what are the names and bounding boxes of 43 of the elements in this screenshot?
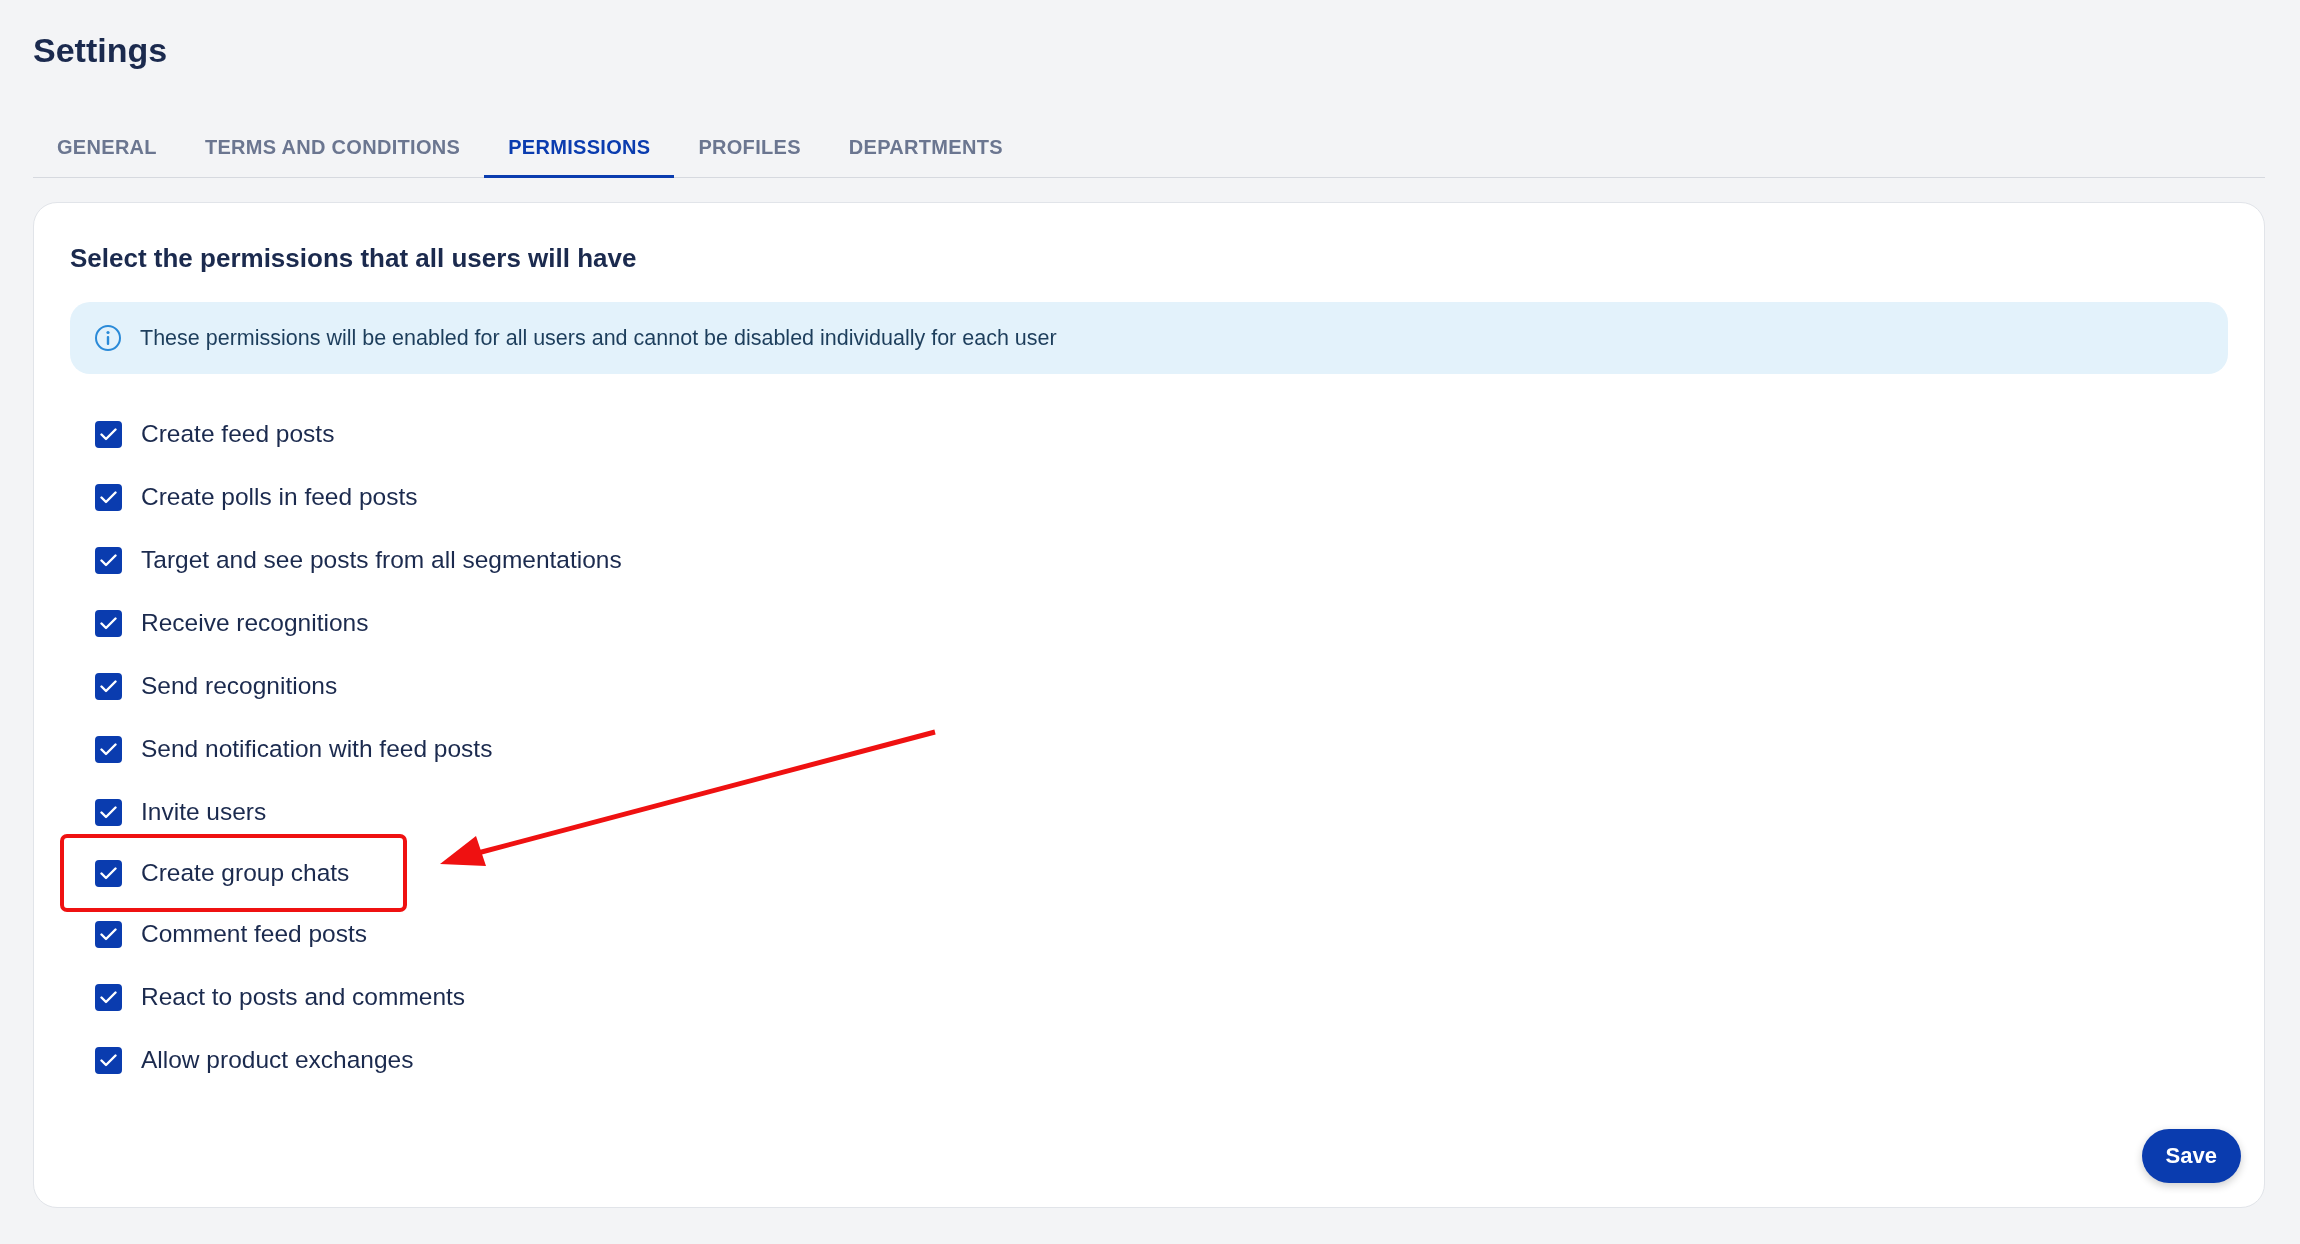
checkbox[interactable] bbox=[95, 420, 122, 448]
permission-label: Create polls in feed posts bbox=[141, 483, 418, 511]
tab[interactable]: DEPARTMENTS bbox=[824, 126, 1027, 178]
check-icon bbox=[100, 427, 117, 441]
permission-label: Comment feed posts bbox=[141, 920, 368, 948]
permission-label: Create group chats bbox=[141, 859, 350, 887]
check-icon bbox=[100, 927, 117, 941]
permission-label: Invite users bbox=[141, 798, 267, 826]
permission-label: Create feed posts bbox=[141, 420, 335, 448]
checkbox[interactable] bbox=[95, 920, 122, 948]
tab[interactable]: GENERAL bbox=[33, 126, 181, 178]
checkbox[interactable] bbox=[95, 735, 122, 763]
checkbox[interactable] bbox=[95, 609, 122, 637]
checkbox[interactable] bbox=[95, 983, 122, 1011]
info-icon bbox=[94, 324, 122, 352]
check-icon bbox=[100, 990, 117, 1004]
permission-label: Allow product exchanges bbox=[141, 1046, 414, 1074]
checkbox[interactable] bbox=[95, 672, 122, 700]
permission-label: Target and see posts from all segmentations bbox=[141, 546, 622, 574]
tab[interactable]: TERMS AND CONDITIONS bbox=[180, 126, 485, 178]
check-icon bbox=[100, 616, 117, 630]
check-icon bbox=[100, 866, 117, 880]
checkbox[interactable] bbox=[95, 483, 122, 511]
page-title: Settings bbox=[33, 29, 169, 71]
checkbox[interactable] bbox=[95, 1046, 122, 1074]
save-button[interactable]: Save bbox=[2141, 1129, 2241, 1183]
check-icon bbox=[100, 679, 117, 693]
tab[interactable]: PERMISSIONS bbox=[484, 126, 675, 178]
permission-label: Send recognitions bbox=[141, 672, 338, 700]
checkbox[interactable] bbox=[95, 859, 122, 887]
check-icon bbox=[100, 805, 117, 819]
info-text: These permissions will be enabled for all users and cannot be disabled individually for each user bbox=[140, 325, 1057, 351]
checkbox[interactable] bbox=[95, 546, 122, 574]
permission-label: Receive recognitions bbox=[141, 609, 369, 637]
permission-label: Send notification with feed posts bbox=[141, 735, 493, 763]
checkbox[interactable] bbox=[95, 798, 122, 826]
check-icon bbox=[100, 490, 117, 504]
check-icon bbox=[100, 1053, 117, 1067]
check-icon bbox=[100, 553, 117, 567]
tab[interactable]: PROFILES bbox=[674, 126, 825, 178]
permission-label: React to posts and comments bbox=[141, 983, 466, 1011]
section-heading: Select the permissions that all users will have bbox=[70, 243, 638, 274]
check-icon bbox=[100, 742, 117, 756]
